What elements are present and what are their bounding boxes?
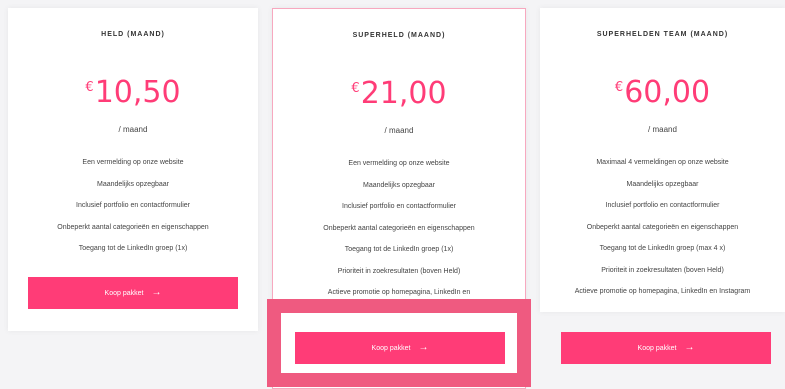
- feature-item: Een vermelding op onze website: [348, 160, 450, 167]
- feature-item: Onbeperkt aantal categorieën en eigensch…: [323, 224, 475, 232]
- feature-item: Maandelijks opzegbaar: [97, 180, 169, 188]
- feature-item: Maximaal 4 vermeldingen op onze website: [596, 159, 729, 166]
- feature-item: Onbeperkt aantal categorieën en eigensch…: [586, 223, 739, 231]
- plan-price: €21,00: [273, 79, 525, 109]
- feature-item: Een vermelding op onze website: [82, 159, 184, 166]
- pricing-card-held: HELD (MAAND) €10,50 / maand Een vermeldi…: [8, 8, 258, 331]
- price-amount: 10,50: [94, 75, 181, 110]
- buy-package-button[interactable]: Koop pakket →: [561, 332, 771, 364]
- plan-price: €60,00: [540, 78, 785, 108]
- plan-title: SUPERHELDEN TEAM (MAAND): [596, 31, 729, 38]
- feature-item: Actieve promotie op homepagina, LinkedIn…: [327, 289, 471, 296]
- buy-package-button-highlighted[interactable]: Koop pakket →: [295, 332, 505, 364]
- price-amount: 21,00: [360, 76, 447, 111]
- button-label: Koop pakket: [104, 289, 144, 297]
- pricing-section: HELD (MAAND) €10,50 / maand Een vermeldi…: [0, 0, 785, 389]
- feature-item: Inclusief portfolio en contactformulier: [605, 202, 720, 209]
- billing-period: / maand: [118, 125, 148, 134]
- feature-item: Toegang tot de LinkedIn groep (1x): [344, 246, 454, 253]
- arrow-right-icon: →: [151, 287, 162, 298]
- price-amount: 60,00: [624, 75, 711, 110]
- feature-item: Actieve promotie op homepagina, LinkedIn…: [574, 288, 751, 295]
- feature-item: Maandelijks opzegbaar: [626, 180, 699, 188]
- feature-item: Inclusief portfolio en contactformulier: [76, 202, 190, 209]
- feature-item: Onbeperkt aantal categorieën en eigensch…: [57, 223, 209, 231]
- billing-period: / maand: [648, 125, 677, 134]
- arrow-right-icon: →: [418, 342, 429, 353]
- feature-item: Toegang tot de LinkedIn groep (1x): [78, 245, 188, 252]
- pricing-card-superhelden-team: SUPERHELDEN TEAM (MAAND) €60,00 / maand …: [540, 8, 785, 364]
- feature-list: Een vermelding op onze website Maandelij…: [8, 158, 258, 266]
- buy-package-button[interactable]: Koop pakket →: [28, 277, 238, 309]
- billing-period: / maand: [384, 126, 414, 135]
- button-label: Koop pakket: [371, 344, 411, 352]
- feature-item: Toegang tot de LinkedIn groep (max 4 x): [599, 245, 726, 252]
- currency-symbol: €: [614, 80, 624, 95]
- plan-title: SUPERHELD (MAAND): [352, 32, 446, 39]
- feature-item: Prioriteit in zoekresultaten (boven Held…: [601, 266, 724, 274]
- plan-price: €10,50: [8, 78, 258, 108]
- feature-item: Maandelijks opzegbaar: [363, 181, 435, 189]
- feature-list: Maximaal 4 vermeldingen op onze website …: [540, 158, 785, 309]
- currency-symbol: €: [85, 80, 94, 95]
- currency-symbol: €: [351, 81, 360, 96]
- plan-title: HELD (MAAND): [101, 31, 165, 38]
- arrow-right-icon: →: [684, 342, 695, 353]
- feature-item: Inclusief portfolio en contactformulier: [342, 203, 456, 210]
- button-label: Koop pakket: [637, 344, 677, 352]
- feature-item: Prioriteit in zoekresultaten (boven Held…: [337, 267, 461, 275]
- feature-list: Een vermelding op onze website Maandelij…: [273, 159, 525, 310]
